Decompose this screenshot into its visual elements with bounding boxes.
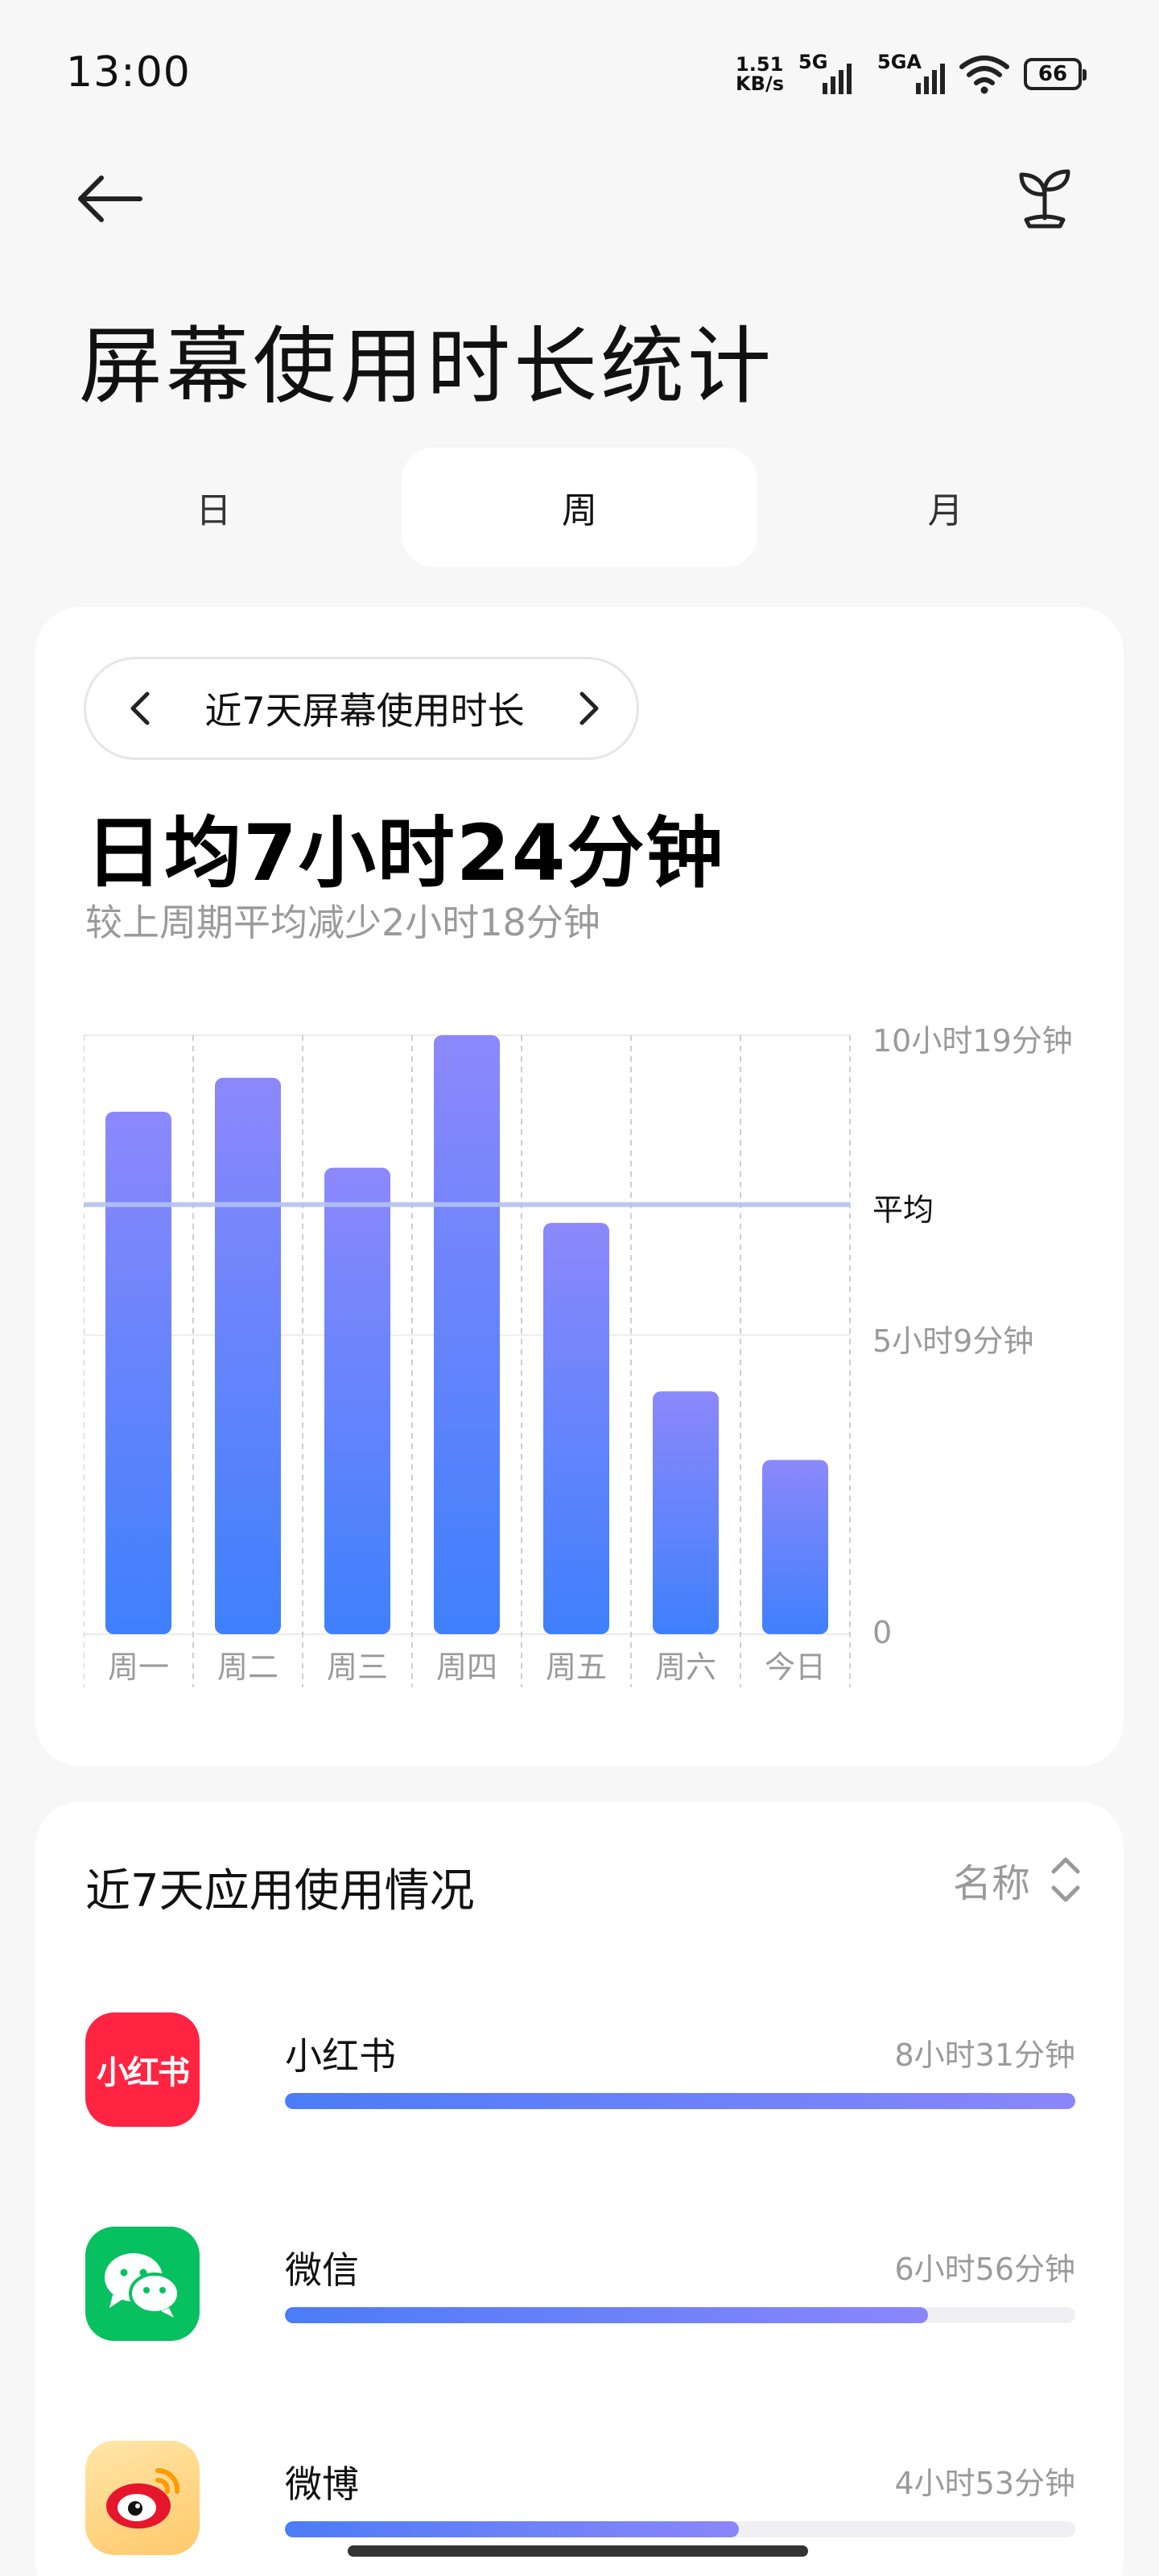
back-arrow-icon [78, 175, 142, 222]
tab-month[interactable]: 月 [767, 448, 1124, 567]
battery-icon: 66 [1024, 58, 1087, 90]
back-button[interactable] [74, 166, 155, 232]
usage-progress [285, 2521, 1075, 2537]
chart-bar[interactable] [762, 1459, 828, 1634]
wechat-icon [85, 2227, 200, 2341]
app-row-xiaohongshu[interactable]: 小红书 小红书 8小时31分钟 [85, 2013, 1075, 2133]
signal-sim2-icon: 5GA [877, 51, 945, 94]
xiaohongshu-icon: 小红书 [85, 2013, 200, 2127]
app-row-wechat[interactable]: 微信 6小时56分钟 [85, 2227, 1075, 2347]
chevron-right-icon[interactable] [577, 691, 601, 726]
status-icons: 1.51 KB/s 5G 5GA 66 [736, 50, 1087, 98]
app-row-weibo[interactable]: 微博 4小时53分钟 [85, 2441, 1075, 2562]
sprout-icon [1019, 169, 1070, 229]
home-indicator[interactable] [348, 2545, 808, 2557]
wifi-icon [959, 56, 1009, 94]
chart-bar[interactable] [105, 1111, 171, 1634]
x-tick-label: 周三 [327, 1649, 388, 1685]
x-tick-label: 周六 [655, 1649, 716, 1685]
average-label: 平均 [872, 1192, 934, 1228]
x-tick-label: 今日 [765, 1649, 826, 1685]
app-time: 6小时56分钟 [894, 2252, 1075, 2287]
range-selector: 近7天屏幕使用时长 [84, 657, 639, 760]
network-speed-unit: KB/s [736, 72, 784, 95]
usage-chart: 周一 周二 周三 周四 周五 周六 今日 10小时19分钟 5小时9分钟 0 平均 [84, 1023, 1075, 1687]
chevron-left-icon[interactable] [128, 691, 152, 726]
x-tick-label: 周四 [436, 1649, 497, 1685]
weibo-icon [85, 2441, 200, 2555]
x-tick-label: 周一 [108, 1649, 169, 1685]
network-speed: 1.51 KB/s [736, 55, 784, 93]
app-name: 微信 [285, 2248, 359, 2292]
daily-average: 日均7小时24分钟 [85, 808, 725, 898]
chart-bar[interactable] [215, 1077, 281, 1634]
screen-time-card: 近7天屏幕使用时长 日均7小时24分钟 较上周期平均减少2小时18分钟 周一 周二… [35, 607, 1124, 1766]
usage-progress-fill [285, 2093, 1075, 2109]
sort-label: 名称 [952, 1861, 1030, 1906]
y-tick-label: 0 [872, 1615, 893, 1650]
app-time: 8小时31分钟 [894, 2037, 1075, 2073]
chart-bar[interactable] [543, 1223, 609, 1634]
sim2-network-label: 5GA [877, 51, 922, 73]
app-usage-title: 近7天应用使用情况 [85, 1865, 475, 1918]
y-tick-label: 10小时19分钟 [872, 1023, 1073, 1059]
y-tick-label: 5小时9分钟 [872, 1323, 1034, 1359]
period-tabs: 日 周 月 [35, 448, 1124, 567]
sort-control[interactable]: 名称 [953, 1852, 1082, 1908]
battery-level: 66 [1037, 62, 1068, 86]
app-name: 小红书 [285, 2034, 396, 2078]
tab-week[interactable]: 周 [401, 448, 758, 567]
network-speed-value: 1.51 [736, 53, 784, 76]
x-tick-label: 周五 [546, 1649, 607, 1685]
status-time: 13:00 [66, 48, 191, 97]
comparison-text: 较上周期平均减少2小时18分钟 [85, 901, 600, 944]
focus-mode-button[interactable] [1004, 166, 1085, 232]
chart-bar[interactable] [324, 1167, 390, 1634]
sort-chevrons-icon [1051, 1857, 1080, 1902]
usage-progress [285, 2307, 1075, 2323]
usage-progress [285, 2093, 1075, 2109]
usage-progress-fill [285, 2521, 739, 2537]
range-label: 近7天屏幕使用时长 [204, 689, 525, 733]
tab-day[interactable]: 日 [35, 448, 392, 567]
sim1-network-label: 5G [798, 51, 828, 73]
chart-bar[interactable] [653, 1391, 719, 1634]
chart-bar[interactable] [434, 1035, 500, 1634]
x-tick-label: 周二 [217, 1649, 278, 1685]
signal-sim1-icon: 5G [798, 51, 852, 94]
app-usage-card: 近7天应用使用情况 名称 小红书 小红书 8小时31分钟 微信 6小时56分钟 … [35, 1802, 1124, 2576]
usage-progress-fill [285, 2307, 929, 2323]
status-bar: 13:00 1.51 KB/s 5G 5GA 66 [0, 0, 1159, 145]
app-time: 4小时53分钟 [894, 2466, 1075, 2501]
page-title: 屏幕使用时长统计 [79, 317, 775, 415]
app-name: 微博 [285, 2462, 359, 2506]
